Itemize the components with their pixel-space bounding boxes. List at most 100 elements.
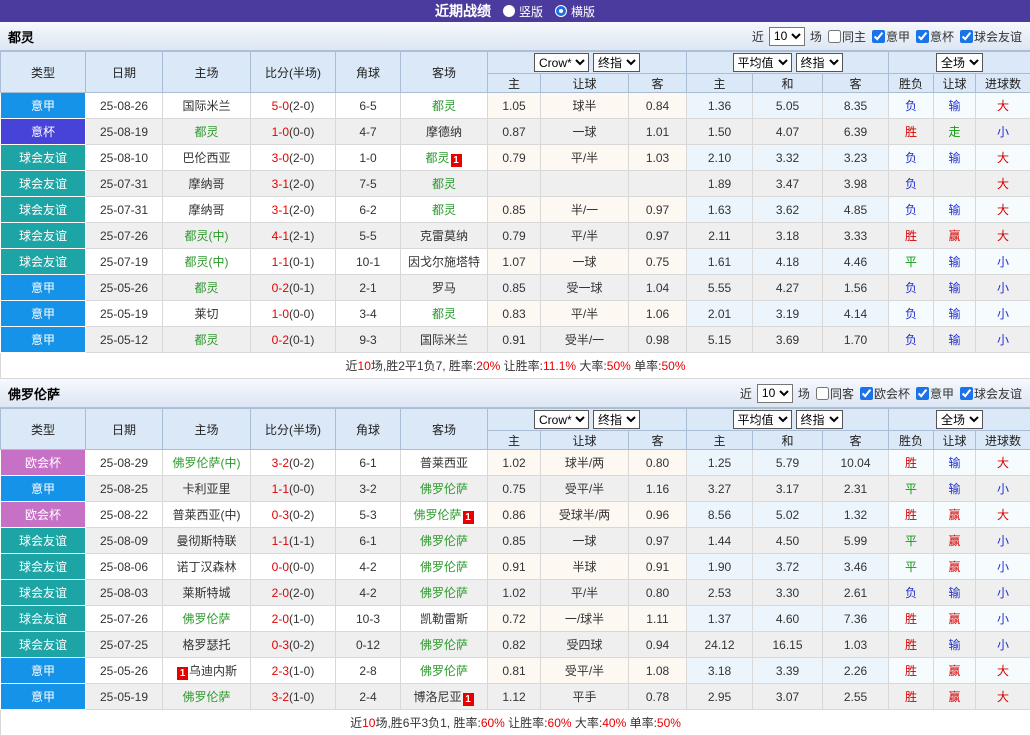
bookmaker-odds-cell: 受半/一 [541,327,629,353]
league-filter-label[interactable]: 球会友谊 [974,385,1022,402]
match-count-select[interactable]: 10 [769,27,805,46]
bookmaker-group-header: Crow*终指 [488,52,687,74]
average-odds-cell: 3.19 [753,301,823,327]
league-filter[interactable]: 意甲 [912,385,954,402]
league-filter[interactable]: 意杯 [912,28,954,45]
average-odds-cell: 5.15 [687,327,753,353]
bookmaker-odds-cell: 0.91 [488,327,541,353]
same-venue-filter[interactable]: 同客 [812,385,854,402]
fullmatch-select[interactable]: 全场 [936,53,983,72]
final-odds-select[interactable]: 终指 [796,410,843,429]
league-filter[interactable]: 意甲 [868,28,910,45]
away-team-cell: 摩德纳 [401,119,488,145]
team-label: 摩纳哥 [188,177,224,191]
bookmaker-odds-cell: 0.85 [488,528,541,554]
league-filter[interactable]: 球会友谊 [956,385,1022,402]
result-cell: 输 [934,301,976,327]
fulltime-score: 3-1 [272,177,289,191]
average-odds-cell: 3.27 [687,476,753,502]
fulltime-score: 0-2 [272,281,289,295]
average-odds-cell: 1.44 [687,528,753,554]
league-filter[interactable]: 球会友谊 [956,28,1022,45]
match-date: 25-05-19 [86,301,163,327]
league-filter-label[interactable]: 欧会杯 [874,385,910,402]
result-cell: 平 [889,476,934,502]
halftime-score: (2-1) [289,229,314,243]
result-cell: 输 [934,632,976,658]
league-filter-checkbox[interactable] [860,387,873,400]
match-type-badge: 意甲 [1,93,86,119]
same-venue-filter-checkbox[interactable] [816,387,829,400]
league-filter-label[interactable]: 意甲 [886,28,910,45]
score-cell: 1-0(0-0) [251,119,336,145]
halftime-score: (0-0) [289,482,314,496]
league-filter-label[interactable]: 意杯 [930,28,954,45]
col-header-date: 日期 [86,409,163,450]
average-odds-cell: 1.89 [687,171,753,197]
bookmaker-odds-cell: 0.97 [629,197,687,223]
average-odds-cell: 4.27 [753,275,823,301]
score-cell: 2-0(1-0) [251,606,336,632]
team-label: 都灵 [194,125,218,139]
league-filter-label[interactable]: 球会友谊 [974,28,1022,45]
horizontal-layout-label[interactable]: 横版 [571,3,595,20]
fullmatch-select[interactable]: 全场 [936,410,983,429]
horizontal-layout-radio[interactable]: 横版 [555,3,595,20]
result-cell: 大 [976,658,1030,684]
vertical-layout-label[interactable]: 竖版 [519,3,543,20]
bookmaker-odds-cell: 0.91 [488,554,541,580]
match-count-select[interactable]: 10 [757,384,793,403]
bookmaker-odds-cell: 1.02 [488,580,541,606]
bookmaker-select[interactable]: Crow* [534,53,589,72]
team-label: 摩德纳 [426,125,462,139]
average-odds-cell: 1.25 [687,450,753,476]
match-date: 25-08-09 [86,528,163,554]
col-header-avg-away: 客 [823,74,889,93]
table-row: 意甲25-05-12都灵0-2(0-1)9-3国际米兰0.91受半/一0.985… [1,327,1030,353]
final-odds-select[interactable]: 终指 [593,410,640,429]
corner-cell: 4-2 [336,580,401,606]
average-odds-cell: 3.17 [753,476,823,502]
bookmaker-odds-cell: 0.83 [488,301,541,327]
league-filter-checkbox[interactable] [960,30,973,43]
halftime-score: (0-0) [289,307,314,321]
radio-icon[interactable] [555,5,567,17]
halftime-score: (0-0) [289,125,314,139]
result-cell: 胜 [889,223,934,249]
corner-cell: 10-3 [336,606,401,632]
team-label: 莱斯特城 [182,586,230,600]
away-team-cell: 凯勒雷斯 [401,606,488,632]
team-name: 都灵 [8,27,34,46]
same-venue-filter-label[interactable]: 同主 [842,28,866,45]
final-odds-select[interactable]: 终指 [593,53,640,72]
final-odds-select[interactable]: 终指 [796,53,843,72]
average-select[interactable]: 平均值 [733,53,792,72]
corner-cell: 2-8 [336,658,401,684]
radio-icon[interactable] [503,5,515,17]
same-venue-filter-checkbox[interactable] [828,30,841,43]
league-filter[interactable]: 欧会杯 [856,385,910,402]
bookmaker-odds-cell: 1.04 [629,275,687,301]
league-filter-checkbox[interactable] [960,387,973,400]
league-filter-checkbox[interactable] [916,387,929,400]
summary-segment: 场,胜2平1负7, 胜率: [371,359,476,373]
bookmaker-select[interactable]: Crow* [534,410,589,429]
league-filter-checkbox[interactable] [916,30,929,43]
fullmatch-group-header: 全场 [889,409,1030,431]
team-label: 诺丁汉森林 [176,560,236,574]
league-filter-label[interactable]: 意甲 [930,385,954,402]
league-filter-checkbox[interactable] [872,30,885,43]
team-label: 都灵 [432,99,456,113]
result-cell: 负 [889,580,934,606]
average-select[interactable]: 平均值 [733,410,792,429]
result-cell: 大 [976,171,1030,197]
bookmaker-odds-cell: 半/一 [541,197,629,223]
same-venue-filter-label[interactable]: 同客 [830,385,854,402]
result-cell: 小 [976,249,1030,275]
col-header-crow-handicap: 让球 [541,74,629,93]
same-venue-filter[interactable]: 同主 [824,28,866,45]
fulltime-score: 0-0 [272,560,289,574]
table-row: 意甲25-05-19佛罗伦萨3-2(1-0)2-4博洛尼亚11.12平手0.78… [1,684,1030,710]
corner-cell: 4-7 [336,119,401,145]
vertical-layout-radio[interactable]: 竖版 [503,3,543,20]
